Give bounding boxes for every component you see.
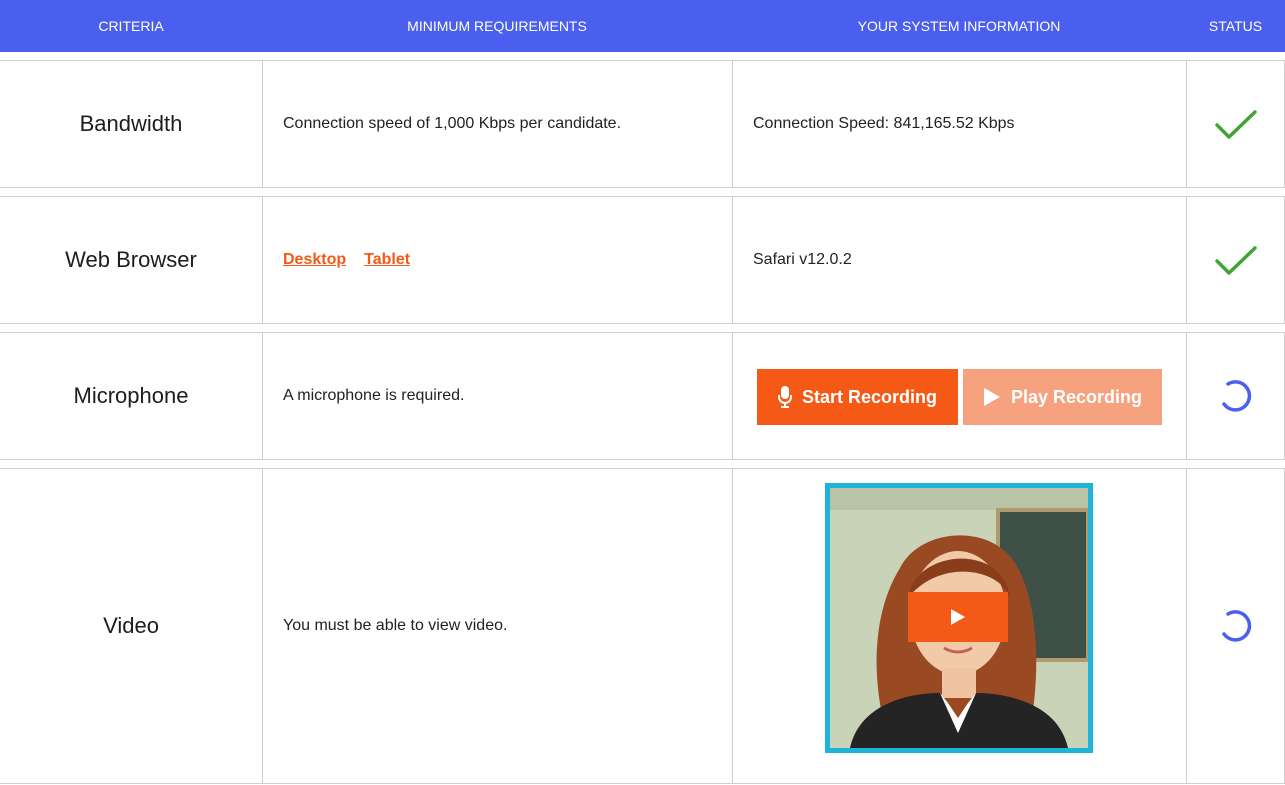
video-cell xyxy=(732,469,1186,783)
status-cell-video xyxy=(1186,469,1285,783)
video-play-button[interactable] xyxy=(908,592,1008,642)
table-row-browser: Web Browser Desktop Tablet Safari v12.0.… xyxy=(0,196,1285,324)
microphone-icon xyxy=(777,386,792,408)
criteria-microphone: Microphone xyxy=(73,383,189,408)
start-recording-button[interactable]: Start Recording xyxy=(757,369,958,425)
desktop-link[interactable]: Desktop xyxy=(283,251,346,269)
table-header: CRITERIA MINIMUM REQUIREMENTS YOUR SYSTE… xyxy=(0,0,1285,52)
play-icon xyxy=(983,388,1000,406)
status-cell-browser xyxy=(1186,197,1285,323)
table-row-microphone: Microphone A microphone is required. Sta… xyxy=(0,332,1285,460)
header-criteria: CRITERIA xyxy=(98,18,164,34)
status-cell-microphone xyxy=(1186,333,1285,459)
criteria-browser: Web Browser xyxy=(65,247,197,272)
requirement-browser: Desktop Tablet xyxy=(262,197,732,323)
play-recording-label: Play Recording xyxy=(1010,386,1143,407)
spinner-icon xyxy=(1221,610,1251,642)
requirement-video: You must be able to view video. xyxy=(262,469,732,783)
criteria-video: Video xyxy=(103,613,159,638)
table-row-bandwidth: Bandwidth Connection speed of 1,000 Kbps… xyxy=(0,60,1285,188)
play-icon xyxy=(951,609,965,625)
table-row-video: Video You must be able to view video. xyxy=(0,468,1285,784)
criteria-bandwidth: Bandwidth xyxy=(79,111,183,136)
play-recording-button[interactable]: Play Recording xyxy=(963,369,1162,425)
start-recording-label: Start Recording xyxy=(801,386,938,407)
tablet-link[interactable]: Tablet xyxy=(364,251,410,269)
spinner-icon xyxy=(1221,380,1251,412)
checkmark-icon xyxy=(1214,246,1257,275)
system-info-microphone: Start Recording Play Recording xyxy=(732,333,1186,459)
checkmark-icon xyxy=(1214,110,1257,139)
requirement-bandwidth: Connection speed of 1,000 Kbps per candi… xyxy=(262,61,732,187)
video-player[interactable] xyxy=(825,483,1093,753)
header-minimum-requirements: MINIMUM REQUIREMENTS xyxy=(407,18,587,34)
header-status: STATUS xyxy=(1208,18,1263,34)
system-info-bandwidth: Connection Speed: 841,165.52 Kbps xyxy=(732,61,1186,187)
requirement-microphone: A microphone is required. xyxy=(262,333,732,459)
system-info-browser: Safari v12.0.2 xyxy=(732,197,1186,323)
status-cell-bandwidth xyxy=(1186,61,1285,187)
header-system-information: YOUR SYSTEM INFORMATION xyxy=(857,18,1061,34)
